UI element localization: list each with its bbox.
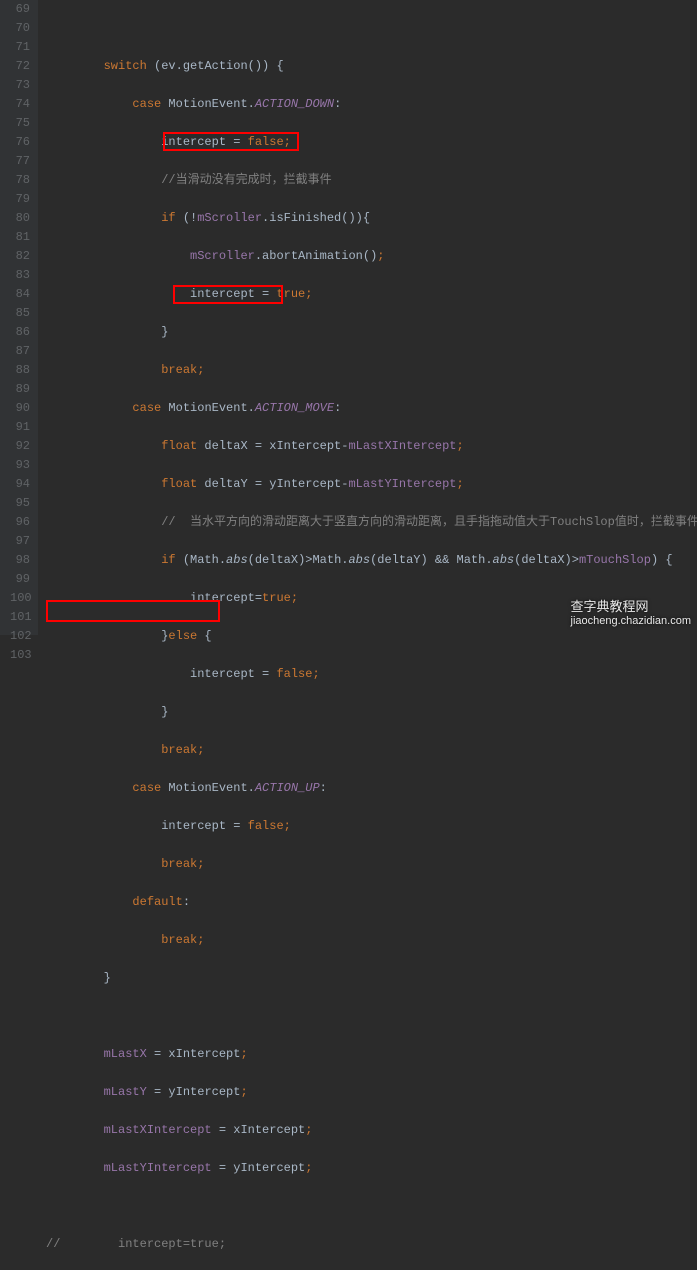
code-line: intercept = false; <box>46 817 697 836</box>
code-line: mLastY = yIntercept; <box>46 1083 697 1102</box>
line-number: 86 <box>10 323 30 342</box>
code-line <box>46 1197 697 1216</box>
line-number: 100 <box>10 589 30 608</box>
code-line: mLastXIntercept = xIntercept; <box>46 1121 697 1140</box>
code-line: case MotionEvent.ACTION_UP: <box>46 779 697 798</box>
line-number: 76 <box>10 133 30 152</box>
line-number-gutter: 6970717273747576777879808182838485868788… <box>0 0 38 635</box>
code-line: default: <box>46 893 697 912</box>
line-number: 97 <box>10 532 30 551</box>
code-editor[interactable]: 6970717273747576777879808182838485868788… <box>0 0 697 635</box>
line-number: 71 <box>10 38 30 57</box>
code-line: intercept = false; <box>46 133 697 152</box>
code-line: break; <box>46 741 697 760</box>
code-line: case MotionEvent.ACTION_DOWN: <box>46 95 697 114</box>
line-number: 96 <box>10 513 30 532</box>
line-number: 84 <box>10 285 30 304</box>
line-number: 81 <box>10 228 30 247</box>
line-number: 92 <box>10 437 30 456</box>
line-number: 90 <box>10 399 30 418</box>
code-line: break; <box>46 931 697 950</box>
code-line <box>46 19 697 38</box>
watermark: 查字典教程网 jiaocheng.chazidian.com <box>571 596 691 627</box>
code-line: // intercept=true; <box>46 1235 697 1254</box>
line-number: 93 <box>10 456 30 475</box>
line-number: 74 <box>10 95 30 114</box>
code-line: } <box>46 323 697 342</box>
line-number: 94 <box>10 475 30 494</box>
line-number: 99 <box>10 570 30 589</box>
code-line: float deltaX = xIntercept-mLastXIntercep… <box>46 437 697 456</box>
line-number: 80 <box>10 209 30 228</box>
line-number: 103 <box>10 646 30 665</box>
line-number: 78 <box>10 171 30 190</box>
watermark-url: jiaocheng.chazidian.com <box>571 615 691 627</box>
code-line: switch (ev.getAction()) { <box>46 57 697 76</box>
code-line: } <box>46 703 697 722</box>
line-number: 87 <box>10 342 30 361</box>
code-line: mLastYIntercept = yIntercept; <box>46 1159 697 1178</box>
code-line: if (Math.abs(deltaX)>Math.abs(deltaY) &&… <box>46 551 697 570</box>
line-number: 95 <box>10 494 30 513</box>
line-number: 77 <box>10 152 30 171</box>
code-line: case MotionEvent.ACTION_MOVE: <box>46 399 697 418</box>
code-line: intercept = true; <box>46 285 697 304</box>
line-number: 88 <box>10 361 30 380</box>
code-line: // 当水平方向的滑动距离大于竖直方向的滑动距离，且手指拖动值大于TouchSl… <box>46 513 697 532</box>
watermark-title: 查字典教程网 <box>571 599 649 614</box>
line-number: 98 <box>10 551 30 570</box>
code-line: //当滑动没有完成时，拦截事件 <box>46 171 697 190</box>
code-line: break; <box>46 855 697 874</box>
code-area[interactable]: switch (ev.getAction()) { case MotionEve… <box>38 0 697 635</box>
code-line: mLastX = xIntercept; <box>46 1045 697 1064</box>
line-number: 85 <box>10 304 30 323</box>
line-number: 102 <box>10 627 30 646</box>
line-number: 79 <box>10 190 30 209</box>
line-number: 69 <box>10 0 30 19</box>
code-line: if (!mScroller.isFinished()){ <box>46 209 697 228</box>
code-line: mScroller.abortAnimation(); <box>46 247 697 266</box>
code-line: break; <box>46 361 697 380</box>
line-number: 91 <box>10 418 30 437</box>
line-number: 89 <box>10 380 30 399</box>
code-line: }else { <box>46 627 697 646</box>
code-line: } <box>46 969 697 988</box>
line-number: 83 <box>10 266 30 285</box>
line-number: 82 <box>10 247 30 266</box>
line-number: 70 <box>10 19 30 38</box>
code-line: intercept = false; <box>46 665 697 684</box>
code-line <box>46 1007 697 1026</box>
line-number: 72 <box>10 57 30 76</box>
line-number: 101 <box>10 608 30 627</box>
code-line: float deltaY = yIntercept-mLastYIntercep… <box>46 475 697 494</box>
line-number: 73 <box>10 76 30 95</box>
line-number: 75 <box>10 114 30 133</box>
